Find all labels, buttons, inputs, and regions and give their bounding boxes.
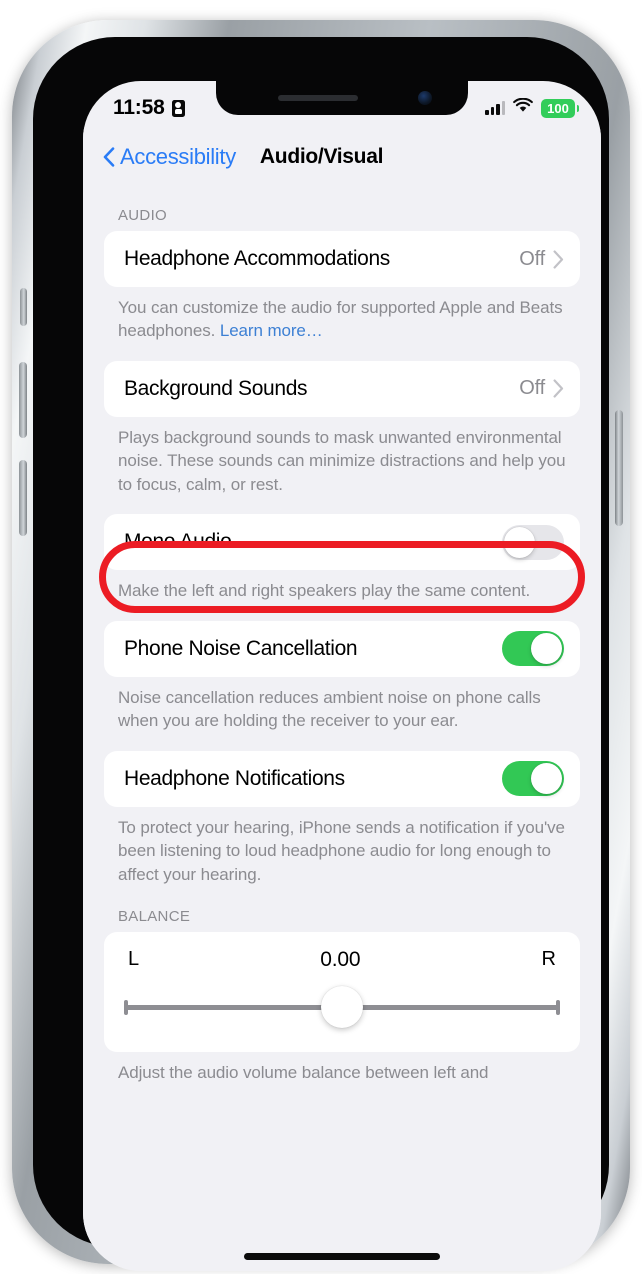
volume-up-button[interactable] (19, 362, 27, 438)
mute-switch-button[interactable] (20, 288, 27, 326)
chevron-left-icon (103, 147, 115, 167)
status-bar-right: 100 (485, 97, 579, 118)
wifi-icon (513, 97, 533, 118)
row-background-sounds[interactable]: Background Sounds Off (104, 361, 580, 417)
section-header-balance: BALANCE (118, 907, 191, 925)
row-label: Headphone Notifications (124, 766, 345, 790)
chevron-right-icon (553, 249, 564, 269)
chevron-right-icon (553, 379, 564, 399)
phone-noise-cancellation-toggle[interactable] (502, 631, 564, 667)
section-header-audio: AUDIO (118, 207, 168, 224)
balance-left-label: L (128, 948, 140, 971)
footnote-phone-noise-cancellation: Noise cancellation reduces ambient noise… (118, 687, 541, 731)
navigation-bar: Accessibility Audio/Visual (83, 129, 601, 185)
card-phone-noise-cancellation: Phone Noise Cancellation (104, 620, 580, 677)
screen-lock-icon (171, 99, 185, 117)
row-headphone-accommodations[interactable]: Headphone Accommodations Off (104, 231, 580, 287)
status-bar: 11:58 100 (83, 81, 601, 129)
card-balance: L 0.00 R (104, 931, 580, 1052)
balance-right-label: R (541, 948, 556, 971)
phone-screen: 11:58 100 Accessibility Audio/Visual AUD… (83, 81, 601, 1271)
row-phone-noise-cancellation[interactable]: Phone Noise Cancellation (104, 621, 580, 677)
card-headphone-notifications: Headphone Notifications (104, 750, 580, 807)
settings-scroll-area[interactable]: AUDIO Headphone Accommodations Off You c… (83, 185, 601, 1271)
home-indicator[interactable] (244, 1253, 440, 1260)
footnote-headphone-notifications: To protect your hearing, iPhone sends a … (118, 817, 565, 884)
balance-value: 0.00 (320, 947, 361, 971)
row-label: Background Sounds (124, 376, 308, 400)
power-button[interactable] (615, 410, 623, 526)
balance-slider[interactable] (124, 985, 560, 1030)
footnote-text: You can customize the audio for supporte… (118, 298, 563, 341)
learn-more-link[interactable]: Learn more… (220, 321, 323, 340)
balance-readout: L 0.00 R (124, 946, 560, 976)
balance-slider-left-cap (124, 999, 128, 1015)
back-button-label: Accessibility (120, 144, 236, 169)
phone-frame: 11:58 100 Accessibility Audio/Visual AUD… (12, 20, 630, 1271)
cellular-signal-icon (485, 101, 505, 115)
phone-bezel: 11:58 100 Accessibility Audio/Visual AUD… (33, 37, 609, 1271)
row-value: Off (519, 247, 545, 270)
battery-status-badge: 100 (541, 98, 579, 118)
row-value: Off (519, 377, 545, 400)
card-mono-audio: Mono Audio (104, 514, 580, 571)
mono-audio-toggle[interactable] (502, 524, 564, 560)
balance-slider-thumb[interactable] (321, 985, 363, 1028)
row-headphone-notifications[interactable]: Headphone Notifications (104, 751, 580, 807)
footnote-headphone-accommodations: You can customize the audio for supporte… (104, 287, 580, 343)
page-title: Audio/Visual (259, 145, 384, 168)
card-background-sounds: Background Sounds Off (104, 360, 580, 417)
row-label: Mono Audio (124, 530, 232, 554)
balance-slider-right-cap (556, 999, 560, 1015)
footnote-mono-audio: Make the left and right speakers play th… (118, 581, 531, 601)
row-label: Headphone Accommodations (124, 247, 390, 270)
back-button[interactable]: Accessibility (103, 144, 236, 170)
headphone-notifications-toggle[interactable] (502, 761, 564, 797)
footnote-background-sounds: Plays background sounds to mask unwanted… (118, 427, 566, 494)
status-time: 11:58 (113, 96, 165, 119)
row-label: Phone Noise Cancellation (124, 636, 358, 660)
volume-down-button[interactable] (19, 460, 27, 536)
status-bar-left: 11:58 (113, 96, 185, 120)
card-headphone-accommodations: Headphone Accommodations Off (104, 231, 580, 287)
footnote-balance: Adjust the audio volume balance between … (118, 1062, 489, 1082)
device-stage: 11:58 100 Accessibility Audio/Visual AUD… (0, 0, 642, 1274)
row-mono-audio[interactable]: Mono Audio (104, 514, 580, 570)
